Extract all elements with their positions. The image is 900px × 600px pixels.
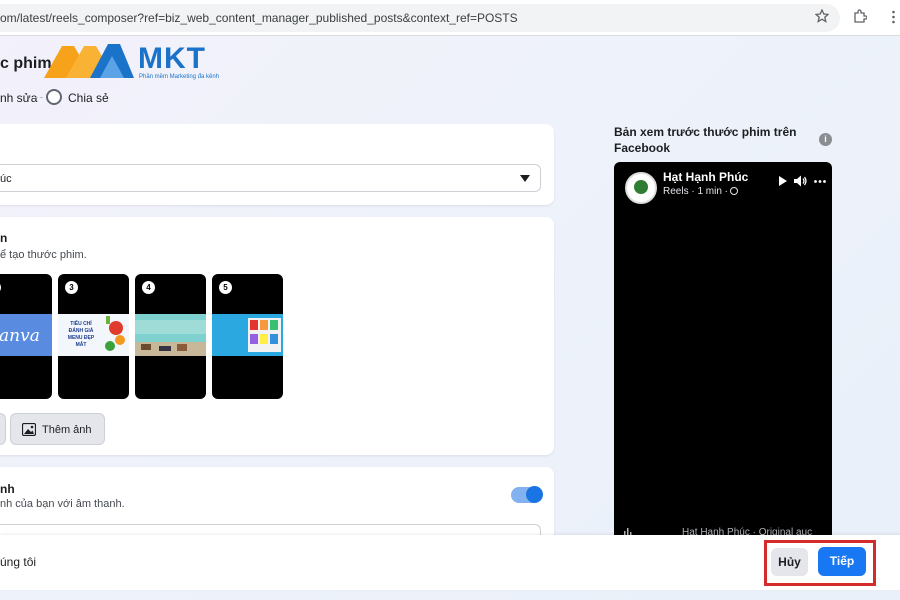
- address-bar[interactable]: om/latest/reels_composer?ref=biz_web_con…: [0, 4, 840, 32]
- thumbnail-caption: anva: [0, 326, 40, 346]
- audio-toggle-switch[interactable]: [526, 486, 543, 503]
- settings-card: úc: [0, 124, 554, 205]
- composer-footer: úng tôi Hủy Tiếp: [0, 535, 900, 590]
- volume-icon[interactable]: [794, 175, 807, 187]
- media-thumbnail-5[interactable]: 5: [212, 274, 283, 399]
- add-photo-button[interactable]: Thêm ảnh: [10, 413, 105, 445]
- dropdown-value: úc: [0, 173, 12, 185]
- globe-icon: [730, 187, 739, 195]
- bookmark-star-icon[interactable]: [815, 9, 829, 23]
- step-share-radio[interactable]: [46, 89, 62, 105]
- logo-text: MKT: [138, 42, 206, 75]
- audio-card-title: nh: [0, 482, 15, 496]
- media-card-subtitle: ể tạo thước phim.: [0, 249, 87, 261]
- browser-toolbar: om/latest/reels_composer?ref=biz_web_con…: [0, 0, 900, 36]
- thumbnail-order-badge: 2: [0, 281, 1, 294]
- step-divider: [35, 97, 43, 98]
- logo-subtitle: Phần mềm Marketing đa kênh: [139, 74, 220, 80]
- thumbnail-image: [135, 314, 206, 356]
- thumbnail-caption: TIÊU CHÍ ĐÁNH GIÁ MENU ĐẸP MẮT: [67, 321, 95, 348]
- info-icon[interactable]: i: [819, 133, 832, 146]
- add-photo-label: Thêm ảnh: [42, 424, 92, 436]
- page-avatar: [625, 172, 657, 204]
- media-card-title: n: [0, 231, 8, 245]
- preview-title: Bản xem trước thước phim trên Facebook: [614, 125, 797, 155]
- cancel-button[interactable]: Hủy: [771, 548, 808, 576]
- media-thumbnail-2[interactable]: 2 anva: [0, 274, 52, 399]
- more-options-icon[interactable]: [814, 180, 826, 183]
- thumbnail-order-badge: 3: [65, 281, 78, 294]
- thumbnail-order-badge: 4: [142, 281, 155, 294]
- preview-meta-text: Reels · 1 min ·: [663, 186, 729, 197]
- preview-meta: Reels · 1 min ·: [663, 186, 739, 197]
- media-card: n ể tạo thước phim. 2 anva 3 TIÊU CHÍ ĐÁ…: [0, 217, 554, 455]
- mkt-logo: MKT Phần mềm Marketing đa kênh: [40, 40, 240, 84]
- photo-icon: [22, 423, 36, 436]
- extensions-puzzle-icon[interactable]: [853, 9, 867, 23]
- browser-menu-icon[interactable]: [892, 10, 895, 24]
- thumbnail-image: [212, 314, 283, 356]
- dropdown-select[interactable]: úc: [0, 164, 541, 192]
- caret-down-icon: [520, 175, 530, 182]
- media-thumbnail-3[interactable]: 3 TIÊU CHÍ ĐÁNH GIÁ MENU ĐẸP MẮT: [58, 274, 129, 399]
- audio-card-subtitle: nh của bạn với âm thanh.: [0, 498, 125, 510]
- step-edit-label[interactable]: nh sửa: [0, 91, 37, 105]
- media-thumbnail-4[interactable]: 4: [135, 274, 206, 399]
- next-button[interactable]: Tiếp: [818, 547, 866, 576]
- avatar-logo-icon: [634, 180, 648, 194]
- play-icon[interactable]: [779, 176, 787, 186]
- url-text[interactable]: om/latest/reels_composer?ref=biz_web_con…: [0, 11, 518, 25]
- thumbnail-order-badge: 5: [219, 281, 232, 294]
- step-share-label[interactable]: Chia sẻ: [68, 91, 109, 105]
- preview-page-name: Hạt Hạnh Phúc: [663, 170, 749, 184]
- previous-action-button[interactable]: [0, 413, 6, 445]
- mkt-logo-mark-icon: [44, 44, 134, 78]
- reel-preview: Hạt Hạnh Phúc Reels · 1 min · Hạt Hạnh P…: [614, 162, 832, 547]
- footer-text: úng tôi: [0, 555, 37, 569]
